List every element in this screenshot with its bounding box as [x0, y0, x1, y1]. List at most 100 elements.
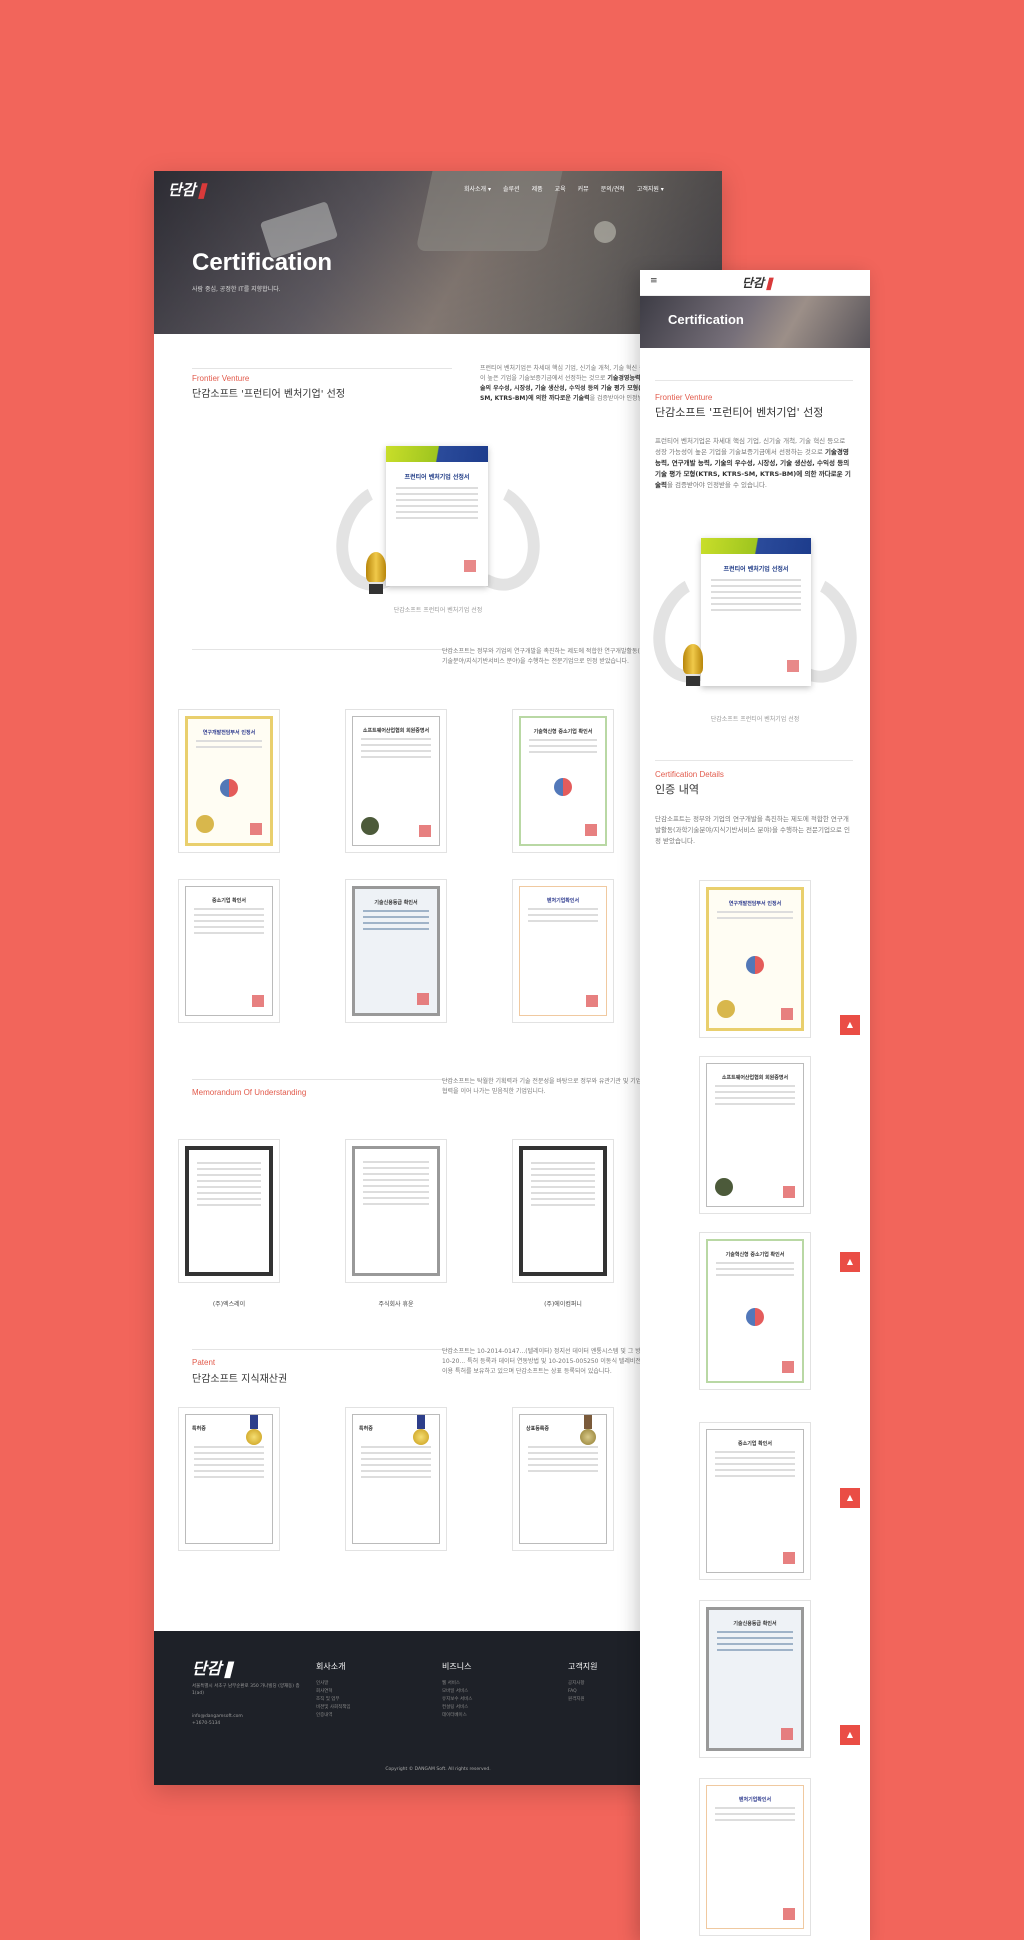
ribbon-icon: [417, 1415, 425, 1429]
text-line: [396, 493, 478, 495]
certificate-thumb[interactable]: 소프트웨어산업협회 회원증명서: [345, 709, 447, 853]
footer-link[interactable]: 웹 서비스: [442, 1680, 472, 1688]
patent-document[interactable]: 특허증: [345, 1407, 447, 1551]
footer-link[interactable]: 공지사항: [568, 1680, 597, 1688]
red-stamp: [783, 1908, 795, 1920]
certificate-thumb[interactable]: 중소기업 확인서: [699, 1422, 811, 1580]
certificate-thumb[interactable]: 기술신용등급 확인서: [699, 1600, 811, 1758]
nav-item-education[interactable]: 교육: [555, 184, 566, 193]
text-line: [363, 1179, 429, 1181]
text-line: [197, 1174, 261, 1176]
certificate-thumb[interactable]: 벤처기업확인서: [699, 1778, 811, 1936]
scroll-top-button[interactable]: ▲: [840, 1725, 860, 1745]
footer-link[interactable]: 데이터베이스: [442, 1712, 472, 1720]
text-line: [531, 1198, 595, 1200]
divider: [192, 649, 452, 650]
footer-link[interactable]: 인사말: [316, 1680, 351, 1688]
certificate-thumb[interactable]: 소프트웨어산업협회 회원증명서: [699, 1056, 811, 1214]
nav-item-company[interactable]: 회사소개 ▾: [464, 184, 491, 193]
certificate-inner: 특허증: [352, 1414, 440, 1544]
patent-document[interactable]: 특허증: [178, 1407, 280, 1551]
text-line: [363, 910, 429, 912]
mou-eyebrow: Memorandum Of Understanding: [192, 1088, 307, 1097]
scroll-top-button[interactable]: ▲: [840, 1252, 860, 1272]
text-line: [528, 914, 598, 916]
certificate-paper: 프런티어 벤처기업 선정서: [386, 446, 488, 586]
certificate-thumb[interactable]: 기술혁신형 중소기업 확인서: [699, 1232, 811, 1390]
text-line: [363, 1167, 429, 1169]
text-line: [194, 1476, 264, 1478]
nav-item-product[interactable]: 제품: [532, 184, 543, 193]
text-line: [715, 1451, 795, 1453]
text-line: [716, 1268, 794, 1270]
mobile-frontier-caption: 단감소프트 프런티어 벤처기업 선정: [710, 716, 800, 723]
text-line: [194, 1452, 264, 1454]
text-line: [715, 1807, 795, 1809]
footer-link[interactable]: 조직 및 업무: [316, 1696, 351, 1704]
nav-item-support[interactable]: 고객지원 ▾: [637, 184, 664, 193]
mobile-cert-title: 인증 내역: [655, 783, 699, 796]
text-line: [194, 1470, 264, 1472]
footer-link[interactable]: 원격지원: [568, 1696, 597, 1704]
footer-link[interactable]: 모바일 서비스: [442, 1688, 472, 1696]
logo-text: 단감: [168, 181, 196, 199]
footer-col-company: 회사소개 인사말 회사연혁 조직 및 업무 비젼및 사회적책임 인증내역: [316, 1661, 351, 1720]
text-line: [194, 932, 264, 934]
mou-document[interactable]: [178, 1139, 280, 1283]
nav-item-community[interactable]: 커뮤: [578, 184, 589, 193]
text-line: [717, 1643, 793, 1645]
footer-link[interactable]: 유지보수 서비스: [442, 1696, 472, 1704]
desktop-mockup: 단감❚ 회사소개 ▾ 솔루션 제품 교육 커뮤 문의/견적 고객지원 ▾ Cer…: [154, 171, 722, 1785]
page-subtitle: 사람 중심, 공정한 IT를 지향합니다.: [192, 286, 281, 293]
certificate-title: 기술신용등급 확인서: [374, 900, 418, 906]
text-line: [715, 1097, 795, 1099]
mobile-frontier-certificate[interactable]: 프런티어 벤처기업 선정서: [640, 538, 870, 698]
footer-col-business: 비즈니스 웹 서비스 모바일 서비스 유지보수 서비스 컨설팅 서비스 데이터베…: [442, 1661, 472, 1720]
footer-link[interactable]: FAQ: [568, 1688, 597, 1696]
certificate-thumb[interactable]: 기술혁신형 중소기업 확인서: [512, 709, 614, 853]
scroll-top-button[interactable]: ▲: [840, 1488, 860, 1508]
certificate-title: 중소기업 확인서: [212, 898, 246, 904]
text-line: [363, 1191, 429, 1193]
certificate-thumb[interactable]: 연구개발전담부서 인정서: [178, 709, 280, 853]
footer-link[interactable]: 인증내역: [316, 1712, 351, 1720]
scroll-top-button[interactable]: ▲: [840, 1015, 860, 1035]
certificate-title: 기술혁신형 중소기업 확인서: [533, 729, 593, 735]
text-line: [717, 917, 793, 919]
footer-col-title: 비즈니스: [442, 1662, 472, 1671]
nav-item-inquiry[interactable]: 문의/견적: [601, 184, 625, 193]
certificate-thumb[interactable]: 연구개발전담부서 인정서: [699, 880, 811, 1038]
certificate-thumb[interactable]: 기술신용등급 확인서: [345, 879, 447, 1023]
certificate-inner: 중소기업 확인서: [706, 1429, 804, 1573]
text-line: [197, 1192, 261, 1194]
mou-document[interactable]: [345, 1139, 447, 1283]
footer-link[interactable]: 비젼및 사회적책임: [316, 1704, 351, 1712]
certificate-thumb[interactable]: 벤처기업확인서: [512, 879, 614, 1023]
frontier-certificate[interactable]: 프런티어 벤처기업 선정서: [321, 446, 555, 606]
footer-link[interactable]: 컨설팅 서비스: [442, 1704, 472, 1712]
trophy-base: [686, 676, 700, 686]
ribbon-icon: [250, 1415, 258, 1429]
text-line: [194, 1464, 264, 1466]
mobile-logo[interactable]: 단감❚: [742, 274, 774, 291]
hamburger-menu-icon[interactable]: ≡: [650, 276, 658, 286]
footer-col-support: 고객지원 공지사항 FAQ 원격지원: [568, 1661, 597, 1704]
text-line: [361, 744, 431, 746]
certificate-thumb[interactable]: 중소기업 확인서: [178, 879, 280, 1023]
text-line: [711, 603, 801, 605]
text-line: [716, 1274, 794, 1276]
footer-link[interactable]: 회사연혁: [316, 1688, 351, 1696]
nav-item-solution[interactable]: 솔루션: [503, 184, 520, 193]
certificate-inner: 벤처기업확인서: [519, 886, 607, 1016]
footer-logo[interactable]: 단감❚: [192, 1655, 235, 1679]
red-stamp: [419, 825, 431, 837]
footer-email[interactable]: info@dangamsoft.com: [192, 1713, 243, 1720]
certificate-inner: 상표등록증: [519, 1414, 607, 1544]
certificate-inner: 중소기업 확인서: [185, 886, 273, 1016]
mou-document[interactable]: [512, 1139, 614, 1283]
text-line: [363, 1161, 429, 1163]
site-logo[interactable]: 단감❚: [168, 179, 208, 200]
gold-medal-icon: [413, 1429, 429, 1445]
patent-document[interactable]: 상표등록증: [512, 1407, 614, 1551]
mobile-cert-text: 단감소프트는 정부와 기업의 연구개발을 촉진하는 제도에 적합한 연구개발활동…: [655, 815, 850, 845]
